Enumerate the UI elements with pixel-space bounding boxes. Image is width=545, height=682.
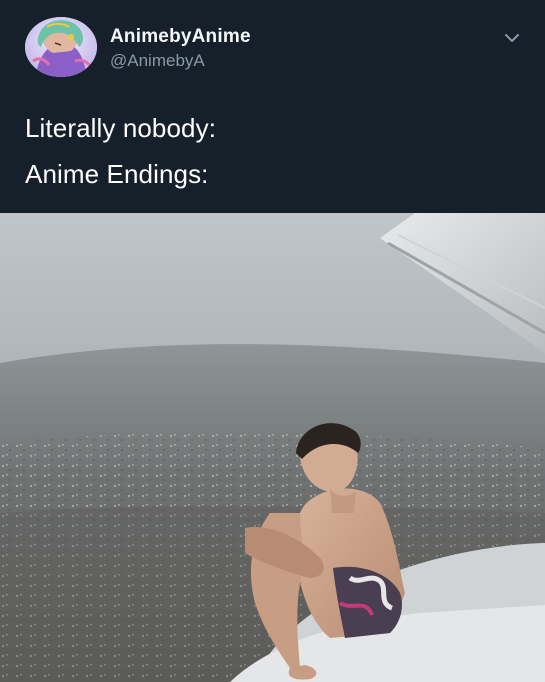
- anime-character-avatar-icon: [25, 17, 97, 77]
- chevron-down-icon[interactable]: [501, 27, 523, 49]
- tweet-media-image[interactable]: [0, 213, 545, 682]
- tweet-text-line: Literally nobody:: [25, 113, 217, 143]
- airplane-wing-photo: [0, 213, 545, 682]
- avatar[interactable]: [25, 17, 97, 77]
- display-name[interactable]: AnimebyAnime: [110, 26, 251, 48]
- tweet-text-line: Anime Endings:: [25, 159, 209, 189]
- tweet-screenshot: AnimebyAnime @AnimebyA Literally nobody:…: [0, 0, 545, 682]
- tweet-header: AnimebyAnime @AnimebyA Literally nobody:…: [0, 0, 545, 213]
- user-handle[interactable]: @AnimebyA: [110, 51, 205, 71]
